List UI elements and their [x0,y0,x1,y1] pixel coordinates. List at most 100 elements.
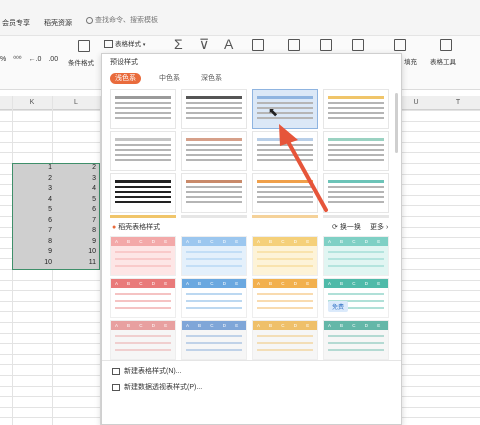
number-format-group[interactable]: % ⁰⁰⁰ ←.0 .00 [0,55,58,63]
sum-icon[interactable]: Σ [174,36,183,52]
filter-icon[interactable]: ⊽ [199,36,209,53]
tab-dark[interactable]: 深色系 [196,73,227,84]
increase-decimal-button[interactable]: ←.0 [29,56,42,63]
docer-template-thumbnail[interactable]: A B C D E [323,320,389,360]
template-line [186,293,242,295]
conditional-format-icon[interactable] [78,40,90,52]
search-placeholder: 查找命令、搜索模板 [95,17,158,24]
cell-k[interactable]: 9 [14,248,52,255]
docer-template-thumbnail[interactable]: A B C D E [181,320,247,360]
docer-template-thumbnail[interactable]: A B C D E [323,278,389,318]
cell-k[interactable]: 5 [14,206,52,213]
cell-l[interactable]: 10 [54,248,96,255]
template-body [253,246,317,275]
column-header-k[interactable]: K [12,96,52,110]
more-button[interactable]: 更多 › [370,222,388,232]
preset-style-thumbnail-partial[interactable] [110,215,176,218]
decrease-decimal-button[interactable]: .00 [48,56,58,63]
docer-template-thumbnail[interactable]: A B C D E [252,278,318,318]
docer-template-thumbnail[interactable]: A B C D E [181,236,247,276]
cell-k[interactable]: 7 [14,227,52,234]
menu-item-vip[interactable]: 会员专享 [2,18,30,28]
cell-k[interactable]: 6 [14,217,52,224]
thumbnail-line [186,159,242,161]
column-header-u[interactable]: U [404,96,428,110]
thumbnail-line [115,201,171,203]
fill-icon[interactable] [252,39,264,51]
fill-label[interactable]: 填充 [404,56,417,66]
thumbnail-line [115,154,171,156]
thumbnail-line [115,102,171,104]
template-line [115,300,171,302]
cell-l[interactable]: 3 [54,175,96,182]
cell-k[interactable]: 10 [14,259,52,266]
new-table-style-item[interactable]: 新建表格样式(N)... [112,366,182,376]
docer-template-thumbnail[interactable]: A B C D E [323,236,389,276]
cell-l[interactable]: 7 [54,217,96,224]
annotation-arrow [279,124,328,212]
refresh-button[interactable]: ⟳ 换一换 [332,222,361,232]
row-col-icon[interactable] [288,39,300,51]
cell-l[interactable]: 4 [54,185,96,192]
preset-style-thumbnail[interactable] [181,89,247,129]
table-icon[interactable] [394,39,406,51]
template-line [186,251,242,253]
preset-style-thumbnail[interactable] [110,89,176,129]
percent-button[interactable]: % [0,56,6,63]
docer-template-thumbnail[interactable]: A B C D E [110,320,176,360]
template-line [328,342,384,344]
sort-icon[interactable]: A [224,36,233,52]
cell-l[interactable]: 8 [54,227,96,234]
command-search[interactable]: 查找命令、搜索模板 [86,15,206,29]
cell-k[interactable]: 1 [14,164,52,171]
template-line [257,307,313,309]
template-header: A B C D E [324,279,388,288]
preset-style-thumbnail[interactable] [110,131,176,171]
preset-style-thumbnail-partial[interactable] [181,215,247,218]
column-header-l[interactable]: L [52,96,100,110]
table-style-button[interactable]: 表格样式 ▾ [104,38,145,49]
template-body [253,288,317,317]
freeze-icon[interactable] [352,39,364,51]
column-header-t[interactable]: T [446,96,470,110]
thumbnail-line [115,180,171,183]
worksheet-icon[interactable] [320,39,332,51]
thumbnail-line [186,112,242,114]
template-body [253,330,317,359]
preset-style-thumbnail[interactable] [181,173,247,213]
table-tools-icon[interactable] [440,39,452,51]
template-header: A B C D E [182,237,246,246]
template-header: A B C D E [324,321,388,330]
template-line [186,258,242,260]
cell-l[interactable]: 11 [54,259,96,266]
thousands-button[interactable]: ⁰⁰⁰ [13,56,21,63]
preset-style-thumbnail[interactable] [110,173,176,213]
docer-template-thumbnail[interactable]: A B C D E [252,236,318,276]
thumbnail-line [186,154,242,156]
cell-k[interactable]: 3 [14,185,52,192]
template-body [111,288,175,317]
cell-l[interactable]: 2 [54,164,96,171]
cell-k[interactable]: 2 [14,175,52,182]
docer-template-thumbnail[interactable]: A B C D E [252,320,318,360]
template-line [257,300,313,302]
cell-l[interactable]: 6 [54,206,96,213]
tab-medium[interactable]: 中色系 [154,73,185,84]
cell-l[interactable]: 9 [54,238,96,245]
docer-template-thumbnail[interactable]: A B C D E [110,278,176,318]
table-tools-label[interactable]: 表格工具 [430,56,456,66]
template-header: A B C D E [111,237,175,246]
menu-item-docer[interactable]: 稻壳资源 [44,18,72,28]
cell-k[interactable]: 4 [14,196,52,203]
cell-k[interactable]: 8 [14,238,52,245]
new-pivot-style-item[interactable]: 新建数据透视表样式(P)... [112,382,202,392]
cell-l[interactable]: 5 [54,196,96,203]
docer-template-thumbnail[interactable]: A B C D E [181,278,247,318]
tab-light[interactable]: 浅色系 [110,73,141,84]
conditional-format-label[interactable]: 条件格式 [68,57,94,67]
template-line [115,265,171,267]
popup-scrollbar[interactable] [395,93,398,153]
docer-template-thumbnail[interactable]: A B C D E [110,236,176,276]
thumbnail-line [115,186,171,188]
preset-style-thumbnail[interactable] [181,131,247,171]
